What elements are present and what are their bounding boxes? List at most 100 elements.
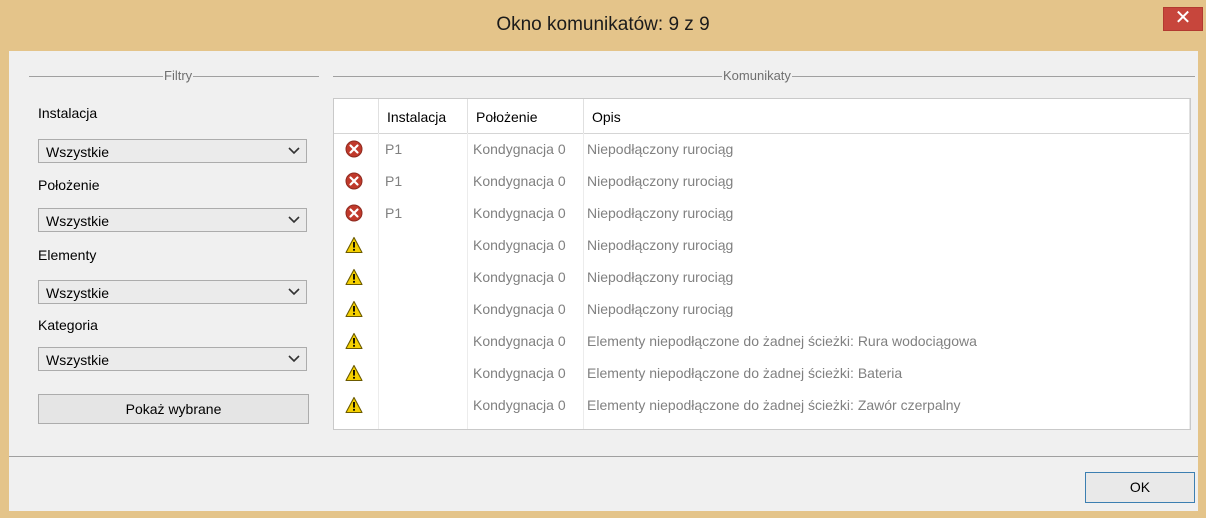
cell-opis: Elementy niepodłączone do żadnej ścieżki… bbox=[584, 325, 1190, 357]
cell-text: Elementy niepodłączone do żadnej ścieżki… bbox=[587, 365, 903, 381]
cell-opis: Niepodłączony rurociąg bbox=[584, 133, 1190, 165]
cell-text: Niepodłączony rurociąg bbox=[587, 269, 734, 285]
filter-combo-polozenie[interactable]: Wszystkie bbox=[38, 208, 307, 232]
column-header-label: Instalacja bbox=[387, 109, 447, 125]
cell-empty bbox=[584, 421, 1190, 429]
table-row[interactable]: P1 Kondygnacja 0 Niepodłączony rurociąg bbox=[334, 197, 1190, 229]
cell-opis: Niepodłączony rurociąg bbox=[584, 293, 1190, 325]
cell-icon bbox=[334, 293, 379, 325]
cell-text: Kondygnacja 0 bbox=[473, 301, 566, 317]
cell-instalacja bbox=[379, 229, 468, 261]
cell-instalacja: P1 bbox=[379, 165, 468, 197]
show-selected-button[interactable]: Pokaż wybrane bbox=[38, 394, 309, 424]
filter-combo-kategoria[interactable]: Wszystkie bbox=[38, 347, 307, 371]
header-cell-polozenie[interactable]: Położenie bbox=[468, 99, 584, 133]
cell-empty bbox=[468, 421, 584, 429]
table-row[interactable]: Kondygnacja 0 Elementy niepodłączone do ż… bbox=[334, 357, 1190, 389]
table-row-empty bbox=[334, 421, 1190, 429]
cell-text: Kondygnacja 0 bbox=[473, 237, 566, 253]
cell-text: Niepodłączony rurociąg bbox=[587, 173, 734, 189]
cell-opis: Niepodłączony rurociąg bbox=[584, 197, 1190, 229]
cell-text: Kondygnacja 0 bbox=[473, 141, 566, 157]
cell-text: P1 bbox=[385, 205, 403, 221]
cell-icon bbox=[334, 357, 379, 389]
table-row[interactable]: Kondygnacja 0 Niepodłączony rurociąg bbox=[334, 261, 1190, 293]
title-bar[interactable]: Okno komunikatów: 9 z 9 ✕ bbox=[0, 0, 1206, 51]
chevron-down-icon bbox=[288, 216, 300, 224]
filter-label-kategoria: Kategoria bbox=[38, 317, 98, 333]
cell-icon bbox=[334, 165, 379, 197]
cell-polozenie: Kondygnacja 0 bbox=[468, 165, 584, 197]
cell-icon bbox=[334, 133, 379, 165]
cell-opis: Niepodłączony rurociąg bbox=[584, 261, 1190, 293]
combo-value: Wszystkie bbox=[46, 285, 109, 301]
chevron-down-icon bbox=[288, 355, 300, 363]
filter-label-elementy: Elementy bbox=[38, 247, 97, 263]
cell-icon bbox=[334, 261, 379, 293]
cell-polozenie: Kondygnacja 0 bbox=[468, 293, 584, 325]
error-icon bbox=[345, 172, 363, 190]
header-cell-icon[interactable] bbox=[334, 99, 379, 133]
header-cell-opis[interactable]: Opis bbox=[584, 99, 1190, 133]
ok-button[interactable]: OK bbox=[1085, 472, 1195, 503]
cell-empty bbox=[334, 421, 379, 429]
cell-instalacja bbox=[379, 357, 468, 389]
cell-instalacja bbox=[379, 261, 468, 293]
table-header: Instalacja Położenie Opis bbox=[334, 99, 1190, 134]
filter-combo-elementy[interactable]: Wszystkie bbox=[38, 280, 307, 304]
cell-polozenie: Kondygnacja 0 bbox=[468, 389, 584, 421]
messages-group-title: Komunikaty bbox=[722, 68, 792, 83]
cell-text: Kondygnacja 0 bbox=[473, 205, 566, 221]
table-row[interactable]: P1 Kondygnacja 0 Niepodłączony rurociąg bbox=[334, 165, 1190, 197]
messages-table[interactable]: Instalacja Położenie Opis P1 Kondygnacja … bbox=[333, 98, 1191, 430]
close-button[interactable]: ✕ bbox=[1163, 7, 1203, 31]
cell-text: Niepodłączony rurociąg bbox=[587, 141, 734, 157]
error-icon bbox=[345, 140, 363, 158]
column-header-label: Opis bbox=[592, 109, 621, 125]
table-row[interactable]: Kondygnacja 0 Elementy niepodłączone do ż… bbox=[334, 325, 1190, 357]
cell-text: Elementy niepodłączone do żadnej ścieżki… bbox=[587, 397, 961, 413]
warning-icon bbox=[345, 300, 363, 318]
cell-instalacja: P1 bbox=[379, 197, 468, 229]
filter-combo-instalacja[interactable]: Wszystkie bbox=[38, 139, 307, 163]
cell-opis: Elementy niepodłączone do żadnej ścieżki… bbox=[584, 357, 1190, 389]
table-row[interactable]: Kondygnacja 0 Niepodłączony rurociąg bbox=[334, 293, 1190, 325]
table-row[interactable]: P1 Kondygnacja 0 Niepodłączony rurociąg bbox=[334, 133, 1190, 165]
cell-text: Elementy niepodłączone do żadnej ścieżki… bbox=[587, 333, 977, 349]
cell-text: Kondygnacja 0 bbox=[473, 397, 566, 413]
combo-value: Wszystkie bbox=[46, 213, 109, 229]
combo-value: Wszystkie bbox=[46, 352, 109, 368]
cell-text: P1 bbox=[385, 173, 403, 189]
table-row[interactable]: Kondygnacja 0 Elementy niepodłączone do ż… bbox=[334, 389, 1190, 421]
bottom-separator bbox=[9, 456, 1198, 457]
cell-instalacja: P1 bbox=[379, 133, 468, 165]
warning-icon bbox=[345, 396, 363, 414]
warning-icon bbox=[345, 332, 363, 350]
header-cell-instalacja[interactable]: Instalacja bbox=[379, 99, 468, 133]
warning-icon bbox=[345, 268, 363, 286]
cell-text: Niepodłączony rurociąg bbox=[587, 205, 734, 221]
error-icon bbox=[345, 204, 363, 222]
filter-label-polozenie: Położenie bbox=[38, 177, 100, 193]
table-row[interactable]: Kondygnacja 0 Niepodłączony rurociąg bbox=[334, 229, 1190, 261]
cell-icon bbox=[334, 389, 379, 421]
cell-text: Kondygnacja 0 bbox=[473, 333, 566, 349]
message-window: Okno komunikatów: 9 z 9 ✕ Filtry Instala… bbox=[0, 0, 1206, 518]
cell-text: Kondygnacja 0 bbox=[473, 173, 566, 189]
cell-text: P1 bbox=[385, 141, 403, 157]
cell-text: Niepodłączony rurociąg bbox=[587, 237, 734, 253]
cell-icon bbox=[334, 325, 379, 357]
combo-value: Wszystkie bbox=[46, 144, 109, 160]
cell-empty bbox=[379, 421, 468, 429]
warning-icon bbox=[345, 236, 363, 254]
cell-polozenie: Kondygnacja 0 bbox=[468, 325, 584, 357]
cell-opis: Niepodłączony rurociąg bbox=[584, 165, 1190, 197]
warning-icon bbox=[345, 364, 363, 382]
cell-polozenie: Kondygnacja 0 bbox=[468, 229, 584, 261]
filter-label-instalacja: Instalacja bbox=[38, 105, 98, 121]
cell-text: Kondygnacja 0 bbox=[473, 365, 566, 381]
column-header-label: Położenie bbox=[476, 109, 538, 125]
cell-opis: Niepodłączony rurociąg bbox=[584, 229, 1190, 261]
cell-text: Niepodłączony rurociąg bbox=[587, 301, 734, 317]
cell-instalacja bbox=[379, 293, 468, 325]
